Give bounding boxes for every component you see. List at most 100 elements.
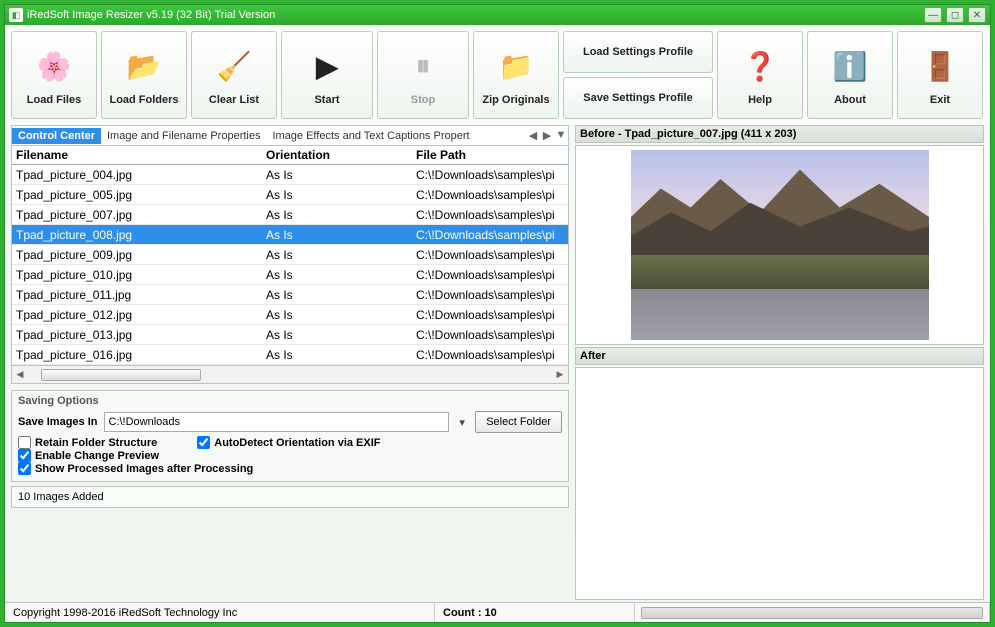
progress-bar [641, 607, 983, 619]
scroll-right-icon[interactable]: ▶ [553, 369, 567, 380]
load-folders-button[interactable]: 📂 Load Folders [101, 31, 187, 119]
cell-filepath: C:\!Downloads\samples\pi [412, 206, 568, 224]
save-images-in-input[interactable] [104, 412, 450, 432]
tab-scroll-right-icon[interactable]: ▶ [540, 129, 554, 142]
cell-filepath: C:\!Downloads\samples\pi [412, 286, 568, 304]
col-filepath[interactable]: File Path [412, 146, 568, 164]
cell-orientation: As Is [262, 286, 412, 304]
stop-button[interactable]: ⏸ Stop [377, 31, 469, 119]
main-toolbar: 🌸 Load Files 📂 Load Folders 🧹 Clear List… [5, 25, 990, 125]
select-folder-button[interactable]: Select Folder [475, 411, 562, 433]
images-added-status: 10 Images Added [11, 486, 569, 508]
cell-filename: Tpad_picture_016.jpg [12, 346, 262, 364]
window-title: iRedSoft Image Resizer v5.19 (32 Bit) Tr… [27, 9, 924, 21]
cell-filename: Tpad_picture_009.jpg [12, 246, 262, 264]
save-profile-label: Save Settings Profile [583, 92, 692, 104]
tab-image-effects[interactable]: Image Effects and Text Captions Propert [266, 128, 475, 144]
minimize-button[interactable]: — [924, 7, 942, 23]
cell-orientation: As Is [262, 266, 412, 284]
tab-dropdown-icon[interactable]: ▼ [554, 129, 568, 142]
tab-scroll-left-icon[interactable]: ◀ [526, 129, 540, 142]
table-row[interactable]: Tpad_picture_010.jpgAs IsC:\!Downloads\s… [12, 265, 568, 285]
table-row[interactable]: Tpad_picture_013.jpgAs IsC:\!Downloads\s… [12, 325, 568, 345]
cell-orientation: As Is [262, 226, 412, 244]
cell-orientation: As Is [262, 306, 412, 324]
save-path-dropdown-icon[interactable]: ▾ [455, 416, 469, 429]
play-icon: ▶ [305, 44, 349, 88]
table-row[interactable]: Tpad_picture_009.jpgAs IsC:\!Downloads\s… [12, 245, 568, 265]
exit-button[interactable]: 🚪 Exit [897, 31, 983, 119]
about-button[interactable]: ℹ️ About [807, 31, 893, 119]
stop-label: Stop [411, 94, 435, 106]
maximize-button[interactable]: ◻ [946, 7, 964, 23]
cell-orientation: As Is [262, 246, 412, 264]
before-preview-heading: Before - Tpad_picture_007.jpg (411 x 203… [575, 125, 984, 143]
cell-filename: Tpad_picture_012.jpg [12, 306, 262, 324]
count-text: Count : 10 [435, 603, 635, 622]
cell-filename: Tpad_picture_004.jpg [12, 166, 262, 184]
copyright-text: Copyright 1998-2016 iRedSoft Technology … [5, 603, 435, 622]
tab-strip: Control Center Image and Filename Proper… [11, 125, 569, 145]
tab-control-center[interactable]: Control Center [12, 128, 101, 144]
grid-header: Filename Orientation File Path [12, 146, 568, 165]
load-files-button[interactable]: 🌸 Load Files [11, 31, 97, 119]
help-icon: ❓ [738, 44, 782, 88]
cell-filename: Tpad_picture_010.jpg [12, 266, 262, 284]
cell-orientation: As Is [262, 326, 412, 344]
cell-filename: Tpad_picture_013.jpg [12, 326, 262, 344]
zip-label: Zip Originals [482, 94, 549, 106]
save-images-in-label: Save Images In [18, 416, 98, 428]
cell-orientation: As Is [262, 166, 412, 184]
file-grid: Filename Orientation File Path Tpad_pict… [11, 145, 569, 366]
table-row[interactable]: Tpad_picture_012.jpgAs IsC:\!Downloads\s… [12, 305, 568, 325]
start-button[interactable]: ▶ Start [281, 31, 373, 119]
autodetect-exif-checkbox[interactable]: AutoDetect Orientation via EXIF [197, 436, 380, 449]
help-button[interactable]: ❓ Help [717, 31, 803, 119]
grid-horizontal-scrollbar[interactable]: ◀ ▶ [11, 366, 569, 384]
cell-filepath: C:\!Downloads\samples\pi [412, 266, 568, 284]
exit-label: Exit [930, 94, 950, 106]
clear-list-button[interactable]: 🧹 Clear List [191, 31, 277, 119]
close-button[interactable]: ✕ [968, 7, 986, 23]
cell-filename: Tpad_picture_007.jpg [12, 206, 262, 224]
save-settings-profile-button[interactable]: Save Settings Profile [563, 77, 713, 119]
load-settings-profile-button[interactable]: Load Settings Profile [563, 31, 713, 73]
clear-icon: 🧹 [212, 44, 256, 88]
col-orientation[interactable]: Orientation [262, 146, 412, 164]
col-filename[interactable]: Filename [12, 146, 262, 164]
exit-door-icon: 🚪 [918, 44, 962, 88]
cell-filename: Tpad_picture_008.jpg [12, 226, 262, 244]
before-preview-box [575, 145, 984, 345]
start-label: Start [314, 94, 339, 106]
scroll-left-icon[interactable]: ◀ [13, 369, 27, 380]
show-processed-checkbox[interactable]: Show Processed Images after Processing [18, 462, 562, 475]
saving-options-heading: Saving Options [18, 395, 562, 407]
table-row[interactable]: Tpad_picture_007.jpgAs IsC:\!Downloads\s… [12, 205, 568, 225]
scroll-thumb[interactable] [41, 369, 201, 381]
cell-filepath: C:\!Downloads\samples\pi [412, 166, 568, 184]
cell-filename: Tpad_picture_011.jpg [12, 286, 262, 304]
table-row[interactable]: Tpad_picture_004.jpgAs IsC:\!Downloads\s… [12, 165, 568, 185]
retain-folder-checkbox[interactable]: Retain Folder Structure [18, 436, 157, 449]
cell-filepath: C:\!Downloads\samples\pi [412, 306, 568, 324]
flower-image-icon: 🌸 [32, 44, 76, 88]
enable-preview-checkbox[interactable]: Enable Change Preview [18, 449, 562, 462]
table-row[interactable]: Tpad_picture_016.jpgAs IsC:\!Downloads\s… [12, 345, 568, 365]
table-row[interactable]: Tpad_picture_008.jpgAs IsC:\!Downloads\s… [12, 225, 568, 245]
zip-originals-button[interactable]: 📁 Zip Originals [473, 31, 559, 119]
after-preview-box [575, 367, 984, 600]
load-files-label: Load Files [27, 94, 81, 106]
about-label: About [834, 94, 866, 106]
app-icon: ◧ [9, 8, 23, 22]
progress-cell [635, 603, 990, 622]
load-folders-label: Load Folders [109, 94, 178, 106]
table-row[interactable]: Tpad_picture_011.jpgAs IsC:\!Downloads\s… [12, 285, 568, 305]
cell-orientation: As Is [262, 206, 412, 224]
tab-image-properties[interactable]: Image and Filename Properties [101, 128, 266, 144]
cell-filepath: C:\!Downloads\samples\pi [412, 226, 568, 244]
saving-options-panel: Saving Options Save Images In ▾ Select F… [11, 390, 569, 482]
folder-icon: 📂 [122, 44, 166, 88]
table-row[interactable]: Tpad_picture_005.jpgAs IsC:\!Downloads\s… [12, 185, 568, 205]
clear-list-label: Clear List [209, 94, 259, 106]
info-icon: ℹ️ [828, 44, 872, 88]
